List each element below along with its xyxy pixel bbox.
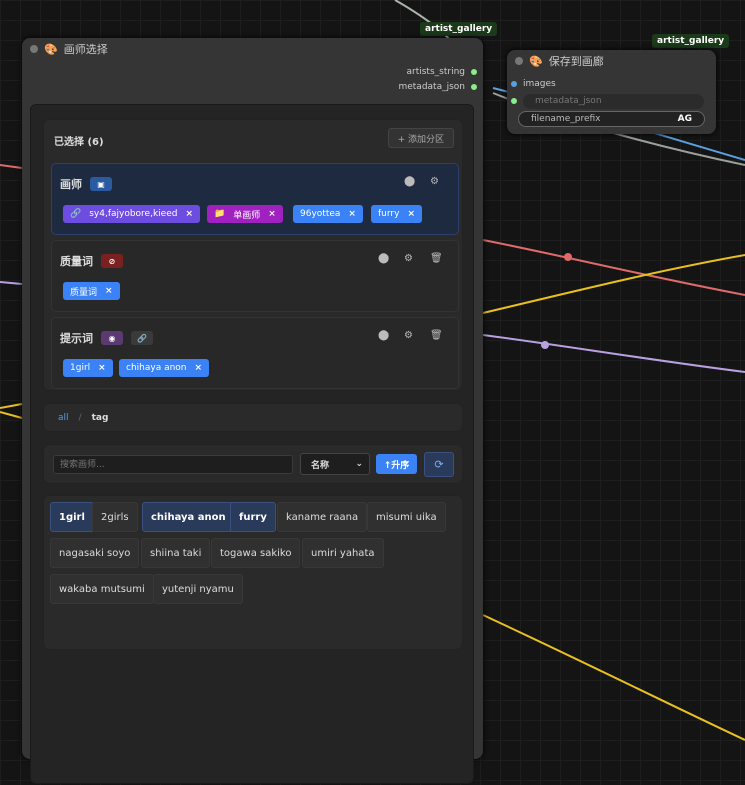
artist-select-node[interactable]: 🎨 画师选择 artists_string metadata_json 已选择 … bbox=[22, 38, 483, 784]
gear-icon[interactable]: ⚙ bbox=[430, 176, 439, 187]
sort-order-button[interactable]: ↑升序 bbox=[376, 454, 417, 474]
chip[interactable]: 📁 单画师 × bbox=[207, 205, 283, 223]
search-input[interactable] bbox=[53, 455, 293, 474]
artist-panel: 已选择 (6) + 添加分区 画师 ▣ ⬤ ⚙ 🔗 sy4,fajyobore,ki… bbox=[30, 104, 474, 784]
folder-icon: 📁 bbox=[214, 209, 226, 219]
circle-icon[interactable]: ⬤ bbox=[404, 176, 415, 187]
tag-button[interactable]: umiri yahata bbox=[302, 538, 384, 568]
circle-icon[interactable]: ⬤ bbox=[378, 253, 389, 264]
node-label-right: artist_gallery bbox=[652, 34, 730, 48]
trash-icon[interactable]: 🗑 bbox=[430, 253, 443, 264]
tag-button[interactable]: 1girl bbox=[50, 502, 94, 532]
node-title: 保存到画廊 bbox=[548, 55, 604, 68]
remove-icon[interactable]: × bbox=[195, 363, 203, 373]
wire-red-dot bbox=[564, 253, 572, 261]
breadcrumb: all / tag bbox=[43, 403, 463, 432]
palette-icon: 🎨 bbox=[44, 42, 58, 56]
wire-lilac-left bbox=[0, 281, 23, 285]
wire-red-left bbox=[0, 164, 23, 169]
group-badge-icon[interactable]: ▣ bbox=[90, 177, 112, 191]
node-title-bar[interactable]: 🎨 画师选择 bbox=[22, 38, 483, 60]
wire-lilac-dot bbox=[541, 341, 549, 349]
link-icon[interactable]: 🔗 bbox=[131, 331, 153, 345]
node-title: 画师选择 bbox=[63, 43, 108, 56]
tag-button[interactable]: furry bbox=[230, 502, 276, 532]
output-socket-icon[interactable] bbox=[471, 84, 477, 90]
output-artists-string[interactable]: artists_string bbox=[407, 67, 477, 77]
search-bar: 名称⌄ ↑升序 ⟳ bbox=[43, 444, 463, 484]
chip[interactable]: 🔗 sy4,fajyobore,kieed × bbox=[63, 205, 201, 223]
wire-red bbox=[482, 239, 745, 296]
gear-icon[interactable]: ⚙ bbox=[404, 330, 413, 341]
tag-button[interactable]: misumi uika bbox=[367, 502, 446, 532]
chip[interactable]: 质量词 × bbox=[63, 282, 120, 300]
tag-button[interactable]: kaname raana bbox=[277, 502, 368, 532]
tag-grid: 1girl 2girls chihaya anon furry kaname r… bbox=[43, 495, 463, 650]
remove-icon[interactable]: × bbox=[348, 209, 356, 219]
wire-yellow bbox=[482, 254, 745, 314]
chip[interactable]: 1girl × bbox=[63, 359, 113, 377]
node-label-top: artist_gallery bbox=[420, 22, 498, 36]
tag-button[interactable]: nagasaki soyo bbox=[50, 538, 140, 568]
breadcrumb-root[interactable]: all bbox=[58, 413, 69, 423]
wire-lilac bbox=[482, 334, 745, 373]
input-metadata[interactable]: metadata_json bbox=[511, 93, 704, 109]
node-title-bar[interactable]: 🎨 保存到画廊 bbox=[507, 50, 716, 72]
collapse-dot-icon[interactable] bbox=[515, 57, 523, 65]
save-gallery-node[interactable]: 🎨 保存到画廊 images metadata_json filename_pr… bbox=[507, 50, 716, 134]
remove-icon[interactable]: × bbox=[185, 209, 193, 219]
chip[interactable]: 96yottea × bbox=[293, 205, 363, 223]
input-images[interactable]: images bbox=[511, 79, 556, 89]
chip[interactable]: chihaya anon × bbox=[119, 359, 210, 377]
wire-yellow-bottom bbox=[482, 614, 745, 741]
gear-icon[interactable]: ⚙ bbox=[404, 253, 413, 264]
link-icon: 🔗 bbox=[70, 209, 82, 219]
remove-icon[interactable]: × bbox=[268, 209, 276, 219]
palette-small-icon[interactable]: ◉ bbox=[101, 331, 123, 345]
palette-icon: 🎨 bbox=[529, 54, 543, 68]
filename-prefix-field[interactable]: filename_prefix AG bbox=[518, 111, 705, 127]
refresh-icon[interactable]: ⟳ bbox=[424, 452, 454, 477]
breadcrumb-current: tag bbox=[91, 412, 109, 423]
remove-icon[interactable]: × bbox=[407, 209, 415, 219]
group-artists[interactable]: 画师 ▣ ⬤ ⚙ 🔗 sy4,fajyobore,kieed × 📁 单画师 × 96yo… bbox=[51, 163, 459, 235]
remove-icon[interactable]: × bbox=[98, 363, 106, 373]
tag-button[interactable]: yutenji nyamu bbox=[153, 574, 243, 604]
tag-button[interactable]: 2girls bbox=[92, 502, 138, 532]
output-socket-icon[interactable] bbox=[471, 69, 477, 75]
selected-section: 已选择 (6) + 添加分区 画师 ▣ ⬤ ⚙ 🔗 sy4,fajyobore,ki… bbox=[43, 119, 463, 391]
input-socket-icon[interactable] bbox=[511, 81, 517, 87]
trash-icon[interactable]: 🗑 bbox=[430, 330, 443, 341]
selected-header: 已选择 (6) bbox=[54, 137, 104, 148]
tag-button[interactable]: chihaya anon bbox=[142, 502, 235, 532]
tag-button[interactable]: togawa sakiko bbox=[211, 538, 301, 568]
chip[interactable]: furry × bbox=[371, 205, 422, 223]
tag-button[interactable]: shiina taki bbox=[141, 538, 211, 568]
add-partition-button[interactable]: + 添加分区 bbox=[387, 128, 454, 148]
remove-icon[interactable]: × bbox=[105, 286, 113, 296]
no-icon[interactable]: ⊘ bbox=[101, 254, 123, 268]
tag-button[interactable]: wakaba mutsumi bbox=[50, 574, 154, 604]
output-metadata-json[interactable]: metadata_json bbox=[398, 82, 477, 92]
group-prompt[interactable]: 提示词 ◉ 🔗 ⬤ ⚙ 🗑 1girl × chihaya anon × bbox=[51, 317, 459, 389]
collapse-dot-icon[interactable] bbox=[30, 45, 38, 53]
wire-yellow-left2 bbox=[0, 411, 23, 419]
group-title: 质量词 bbox=[60, 255, 93, 268]
input-socket-icon[interactable] bbox=[511, 98, 517, 104]
chevron-down-icon: ⌄ bbox=[355, 459, 363, 469]
group-title: 画师 bbox=[60, 178, 82, 191]
sort-select[interactable]: 名称 ⌄ bbox=[300, 453, 370, 475]
wire-yellow-left bbox=[0, 403, 23, 409]
circle-icon[interactable]: ⬤ bbox=[378, 330, 389, 341]
group-quality[interactable]: 质量词 ⊘ ⬤ ⚙ 🗑 质量词 × bbox=[51, 240, 459, 312]
group-title: 提示词 bbox=[60, 332, 93, 345]
